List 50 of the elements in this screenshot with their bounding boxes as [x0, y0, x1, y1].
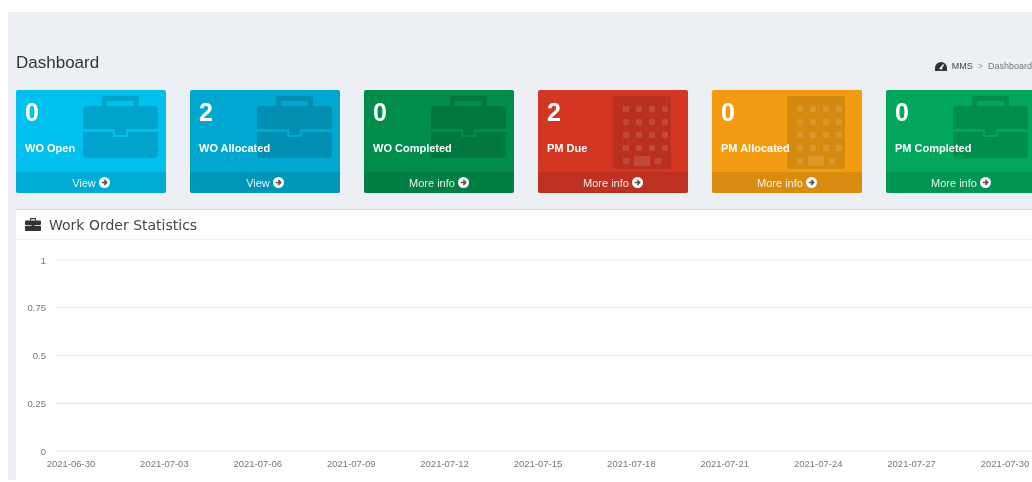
x-tick-label: 2021-07-15: [513, 458, 563, 469]
y-tick-label: 0.75: [27, 302, 46, 314]
arrow-circle-icon: [805, 177, 817, 188]
stat-value: 2: [547, 100, 562, 125]
more-info-link[interactable]: More info: [364, 172, 514, 193]
x-tick-label: 2021-07-21: [700, 458, 750, 469]
more-info-link[interactable]: More info: [886, 172, 1032, 193]
y-tick-label: 0: [40, 445, 46, 457]
more-info-link[interactable]: More info: [712, 172, 862, 193]
arrow-circle-icon: [457, 177, 469, 188]
stat-label: WO Open: [25, 142, 77, 154]
page-title: Dashboard: [16, 53, 100, 73]
more-info-link[interactable]: More info: [538, 172, 688, 193]
arrow-circle-icon: [98, 177, 110, 188]
y-tick-label: 0.5: [32, 350, 46, 361]
arrow-circle-icon: [272, 177, 284, 188]
x-tick-label: 2021-07-09: [326, 458, 376, 469]
stat-label: WO Completed: [373, 142, 453, 154]
panel-title: Work Order Statistics: [49, 216, 198, 233]
x-tick-label: 2021-07-18: [607, 458, 656, 469]
arrow-circle-icon: [979, 177, 991, 188]
breadcrumb-link[interactable]: MMS: [951, 61, 973, 71]
stat-label: WO Allocated: [199, 142, 272, 154]
stat-value: 0: [895, 100, 910, 125]
building-icon: [613, 96, 671, 169]
x-tick-label: 2021-07-12: [420, 458, 469, 469]
x-tick-label: 2021-07-24: [793, 458, 843, 469]
breadcrumb-separator: >: [977, 61, 983, 71]
more-info-link[interactable]: View: [190, 172, 340, 193]
briefcase-icon: [25, 218, 41, 231]
arrow-circle-icon: [631, 177, 643, 188]
x-tick-label: 2021-07-27: [887, 458, 936, 469]
building-icon: [787, 96, 845, 169]
x-tick-label: 2021-06-30: [46, 458, 96, 469]
page-name: Dashboard: [987, 61, 1032, 71]
stat-label: PM Due: [547, 142, 589, 154]
x-tick-label: 2021-07-06: [233, 458, 283, 469]
stat-value: 2: [199, 100, 214, 125]
stat-label: PM Allocated: [721, 142, 791, 154]
y-tick-label: 1: [40, 254, 46, 266]
dashboard-icon: [934, 61, 947, 71]
stat-value: 0: [373, 100, 388, 125]
briefcase-icon: [83, 96, 158, 158]
x-tick-label: 2021-07-03: [140, 458, 189, 469]
stat-label: PM Completed: [895, 142, 973, 154]
y-tick-label: 0.25: [27, 397, 46, 409]
more-info-link[interactable]: View: [16, 172, 166, 193]
x-tick-label: 2021-07-30: [980, 458, 1030, 469]
stat-value: 0: [721, 100, 736, 125]
stat-value: 0: [25, 100, 40, 125]
